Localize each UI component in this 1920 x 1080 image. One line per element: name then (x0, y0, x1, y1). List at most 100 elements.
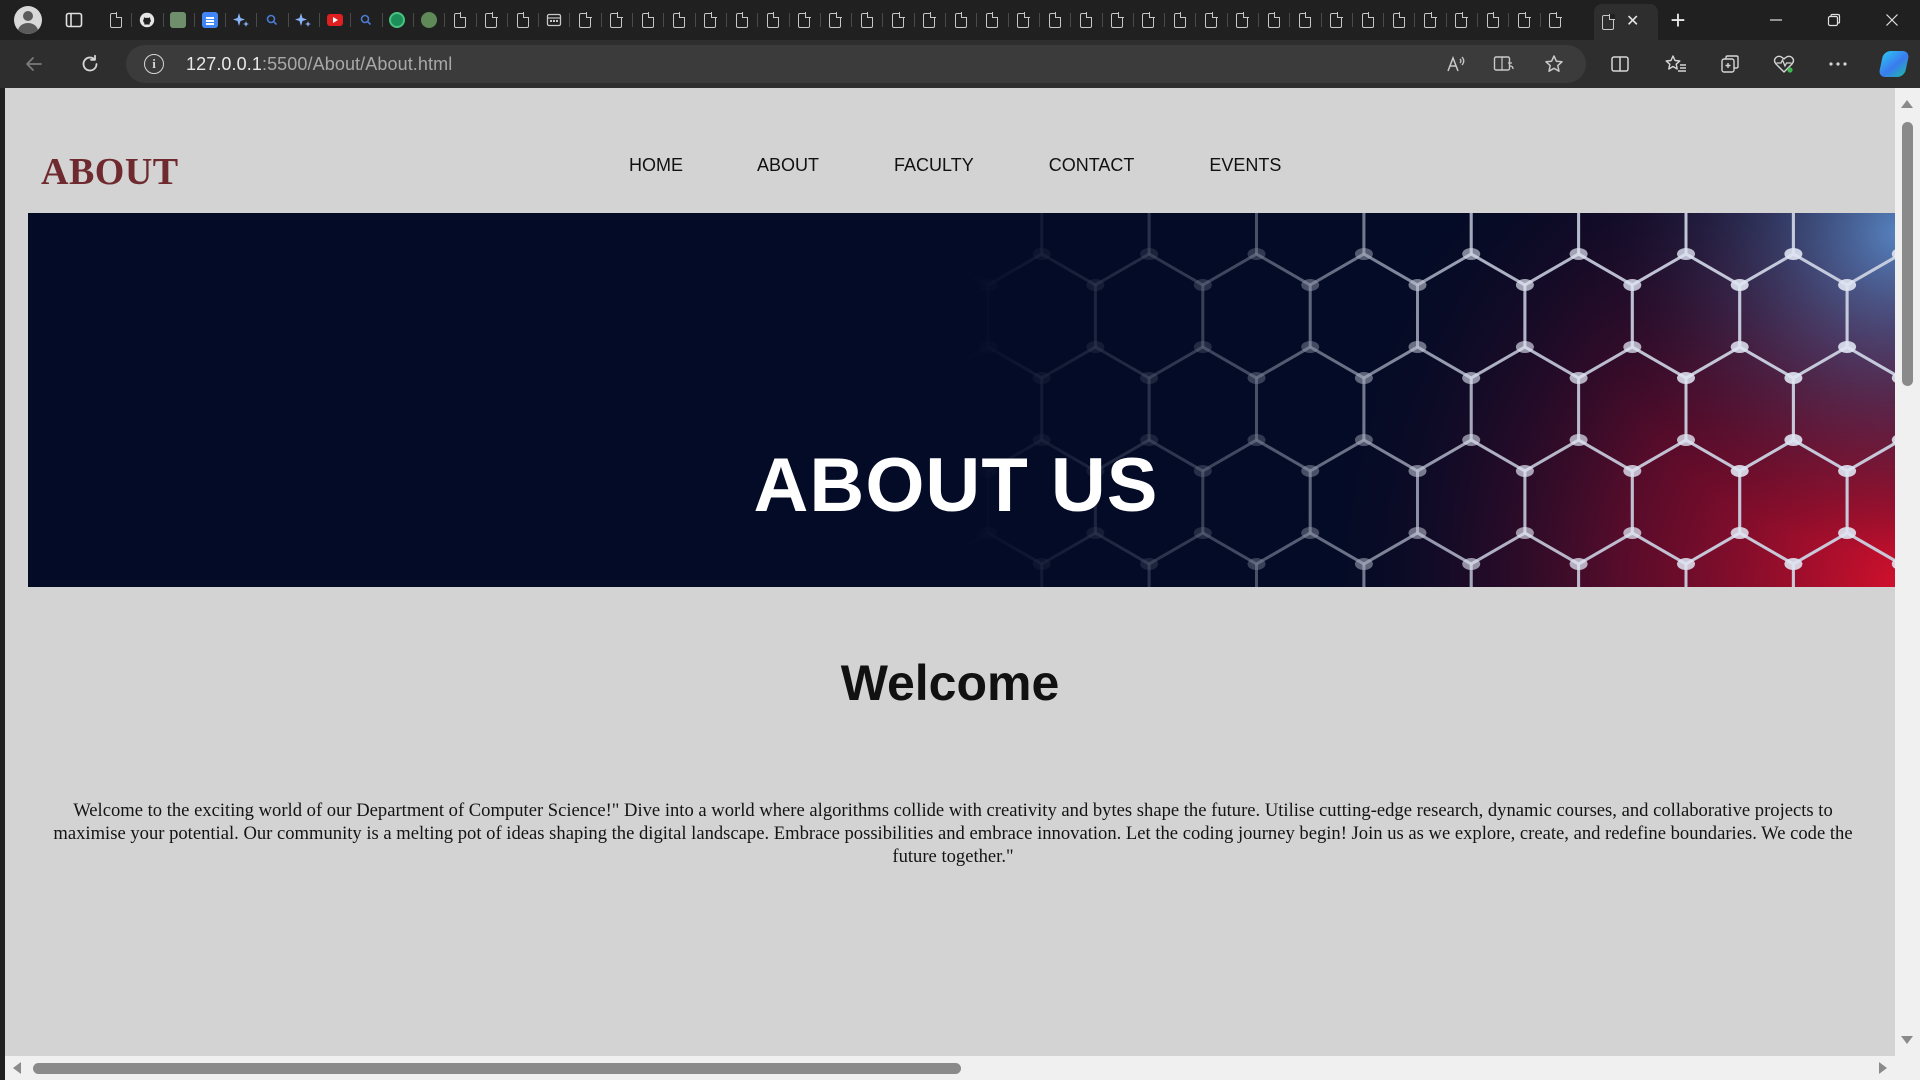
scroll-right-arrow-icon[interactable] (1879, 1062, 1887, 1074)
pinned-tab[interactable] (131, 4, 162, 36)
horizontal-scrollbar[interactable] (5, 1056, 1895, 1080)
pinned-tab[interactable] (225, 4, 256, 36)
pinned-tab[interactable] (1539, 4, 1571, 36)
scroll-down-arrow-icon[interactable] (1901, 1036, 1913, 1044)
url-text[interactable]: 127.0.0.1:5500/About/About.html (186, 54, 452, 75)
browser-window: ✕ + i 127.0.0.1:5500/About/About.html AB… (0, 0, 1920, 1080)
pinned-tab[interactable] (725, 4, 757, 36)
close-window-button[interactable] (1864, 0, 1920, 40)
pinned-tab[interactable] (945, 4, 976, 36)
pinned-tab[interactable] (1414, 4, 1445, 36)
pinned-tab[interactable] (506, 4, 538, 36)
pinned-tab[interactable] (1445, 4, 1477, 36)
browser-toolbar: i 127.0.0.1:5500/About/About.html (0, 40, 1920, 88)
pinned-tab[interactable] (1257, 4, 1289, 36)
pinned-tab[interactable] (788, 4, 820, 36)
tab-actions-button[interactable] (58, 4, 90, 36)
pinned-tab[interactable] (1226, 4, 1258, 36)
pinned-tab[interactable] (1164, 4, 1195, 36)
page-icon (1205, 12, 1218, 28)
read-aloud-button[interactable] (1440, 48, 1472, 80)
docs-icon (201, 12, 218, 28)
page-icon (704, 12, 717, 28)
vertical-scrollbar[interactable] (1895, 88, 1920, 1056)
hero-title: ABOUT US (753, 443, 1159, 528)
pinned-tab[interactable] (1289, 4, 1320, 36)
pinned-tab[interactable] (569, 4, 600, 36)
active-tab[interactable]: ✕ (1594, 4, 1658, 40)
pinned-tab[interactable] (256, 4, 287, 36)
heart-pulse-icon (1773, 55, 1795, 73)
immersive-reader-button[interactable] (1488, 48, 1520, 80)
pinned-tab[interactable] (475, 4, 507, 36)
nav-link-home[interactable]: HOME (629, 155, 683, 176)
pinned-tab[interactable] (1477, 4, 1508, 36)
pinned-tab[interactable] (976, 4, 1007, 36)
pinned-tab[interactable] (632, 4, 663, 36)
reload-button[interactable] (74, 48, 106, 80)
minimize-button[interactable] (1748, 0, 1804, 40)
pinned-tab[interactable] (1351, 4, 1383, 36)
page-icon (1518, 12, 1531, 28)
page-icon (735, 12, 749, 28)
close-tab-icon[interactable]: ✕ (1626, 14, 1639, 30)
nav-link-events[interactable]: EVENTS (1209, 155, 1281, 176)
pinned-tab[interactable] (444, 4, 475, 36)
page-icon (766, 12, 780, 28)
pinned-tab[interactable] (882, 4, 913, 36)
split-screen-button[interactable] (1604, 48, 1636, 80)
pinned-tab[interactable] (100, 4, 131, 36)
pinned-tab[interactable] (694, 4, 726, 36)
pinned-tab[interactable] (663, 4, 694, 36)
pinned-tab[interactable] (851, 4, 882, 36)
pinned-tab-strip (100, 4, 1571, 36)
nav-link-faculty[interactable]: FACULTY (894, 155, 974, 176)
collections-button[interactable] (1714, 48, 1746, 80)
vertical-scroll-thumb[interactable] (1902, 122, 1913, 386)
pinned-tab[interactable] (600, 4, 632, 36)
pinned-tab[interactable] (1038, 4, 1070, 36)
pinned-tab[interactable] (538, 4, 569, 36)
split-screen-icon (1611, 56, 1629, 72)
add-favorite-button[interactable] (1538, 48, 1570, 80)
settings-and-more-button[interactable] (1822, 48, 1854, 80)
pinned-tab[interactable] (162, 4, 194, 36)
pinned-tab[interactable] (1195, 4, 1226, 36)
nav-link-contact[interactable]: CONTACT (1049, 155, 1135, 176)
restore-button[interactable] (1806, 0, 1862, 40)
site-info-icon[interactable]: i (144, 54, 164, 74)
pinned-tab[interactable] (1070, 4, 1101, 36)
pinned-tab[interactable] (350, 4, 381, 36)
pinned-tab[interactable] (1132, 4, 1164, 36)
pinned-tab[interactable] (1508, 4, 1539, 36)
pinned-tab[interactable] (1320, 4, 1352, 36)
pinned-tab[interactable] (193, 4, 225, 36)
welcome-heading: Welcome (840, 655, 1060, 711)
profile-button[interactable] (12, 4, 44, 36)
welcome-paragraph: Welcome to the exciting world of our Dep… (53, 800, 1853, 867)
back-button[interactable] (18, 48, 50, 80)
pinned-tab[interactable] (1007, 4, 1039, 36)
new-tab-button[interactable]: + (1662, 4, 1694, 36)
pinned-tab[interactable] (412, 4, 444, 36)
scroll-up-arrow-icon[interactable] (1901, 100, 1913, 108)
page-icon (1017, 12, 1030, 28)
favorites-button[interactable] (1660, 48, 1692, 80)
star-icon (1545, 55, 1563, 72)
pinned-tab[interactable] (819, 4, 851, 36)
browser-essentials-button[interactable] (1768, 48, 1800, 80)
address-bar[interactable]: i 127.0.0.1:5500/About/About.html (126, 45, 1586, 83)
pinned-tab[interactable] (319, 4, 350, 36)
copilot-button[interactable] (1878, 48, 1910, 80)
pinned-tab[interactable] (757, 4, 788, 36)
nav-link-about[interactable]: ABOUT (757, 155, 819, 176)
pinned-tab[interactable] (1383, 4, 1414, 36)
pinned-tab[interactable] (287, 4, 319, 36)
pinned-tab[interactable] (913, 4, 945, 36)
horizontal-scroll-thumb[interactable] (33, 1063, 961, 1074)
scroll-left-arrow-icon[interactable] (13, 1062, 21, 1074)
pinned-tab[interactable] (1101, 4, 1133, 36)
calendar-icon (546, 13, 561, 27)
pinned-tab[interactable] (381, 4, 413, 36)
page-icon (1142, 12, 1155, 28)
